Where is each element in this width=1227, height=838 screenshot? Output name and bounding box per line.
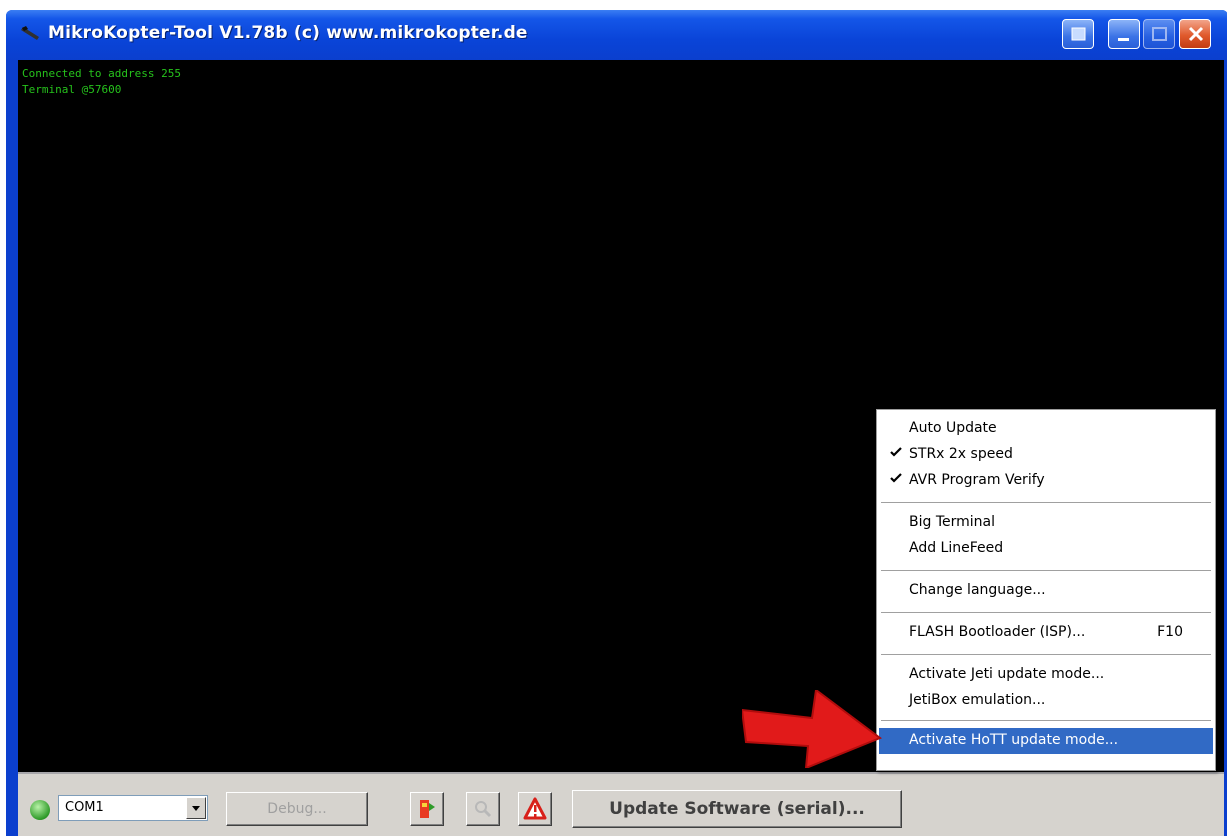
com-port-select[interactable]: COM1 <box>58 795 208 821</box>
menu-separator <box>881 654 1211 656</box>
menu-item-jetibox-emulation[interactable]: JetiBox emulation... <box>879 688 1213 714</box>
menu-item-big-terminal[interactable]: Big Terminal <box>879 510 1213 536</box>
menu-item-label: JetiBox emulation... <box>909 692 1046 708</box>
menu-item-label: STRx 2x speed <box>909 446 1013 462</box>
checkmark-icon <box>890 447 902 457</box>
maximize-button[interactable] <box>1143 19 1175 49</box>
search-button[interactable] <box>466 792 500 826</box>
connection-status-led-icon <box>30 800 50 820</box>
menu-item-label: FLASH Bootloader (ISP)... <box>909 624 1086 640</box>
context-menu: Auto Update STRx 2x speed AVR Program Ve… <box>876 409 1216 771</box>
terminal-line: Connected to address 255 <box>22 67 181 80</box>
menu-item-label: Add LineFeed <box>909 540 1004 556</box>
menu-item-auto-update[interactable]: Auto Update <box>879 416 1213 442</box>
menu-item-jeti-update[interactable]: Activate Jeti update mode... <box>879 662 1213 688</box>
menu-item-strx-speed[interactable]: STRx 2x speed <box>879 442 1213 468</box>
menu-item-add-linefeed[interactable]: Add LineFeed <box>879 536 1213 562</box>
menu-item-label: AVR Program Verify <box>909 472 1045 488</box>
terminal-line: Terminal @57600 <box>22 83 122 96</box>
status-bar: COM1 Debug... Update Software (serial)..… <box>18 772 1224 836</box>
menu-item-label: Activate Jeti update mode... <box>909 666 1105 682</box>
search-icon <box>475 801 492 818</box>
menu-item-label: Auto Update <box>909 420 997 436</box>
help-title-button[interactable] <box>1062 19 1094 49</box>
menu-item-shortcut: F10 <box>1157 624 1183 640</box>
menu-separator <box>881 502 1211 504</box>
window-title: MikroKopter-Tool V1.78b (c) www.mikrokop… <box>48 23 528 43</box>
app-icon <box>21 26 39 40</box>
com-port-value: COM1 <box>65 800 104 815</box>
menu-item-flash-bootloader[interactable]: FLASH Bootloader (ISP)... F10 <box>879 620 1213 646</box>
chevron-down-icon[interactable] <box>186 797 206 819</box>
checkmark-icon <box>890 473 902 483</box>
warning-icon <box>523 797 547 820</box>
help-icon <box>1071 27 1086 41</box>
close-icon <box>1188 26 1204 42</box>
menu-item-label: Activate HoTT update mode... <box>909 732 1119 748</box>
menu-item-change-language[interactable]: Change language... <box>879 578 1213 604</box>
menu-item-label: Change language... <box>909 582 1046 598</box>
update-software-button[interactable]: Update Software (serial)... <box>572 790 902 828</box>
red-arrow-icon <box>742 690 882 768</box>
debug-button[interactable]: Debug... <box>226 792 368 826</box>
flash-tool-button[interactable] <box>410 792 444 826</box>
warning-button[interactable] <box>518 792 552 826</box>
menu-item-avr-verify[interactable]: AVR Program Verify <box>879 468 1213 494</box>
maximize-icon <box>1152 27 1167 41</box>
menu-separator <box>881 612 1211 614</box>
debug-button-label: Debug... <box>267 801 327 817</box>
menu-item-label: Big Terminal <box>909 514 995 530</box>
close-button[interactable] <box>1179 19 1211 49</box>
minimize-icon <box>1118 38 1129 41</box>
menu-item-hott-update[interactable]: Activate HoTT update mode... <box>879 728 1213 754</box>
flash-tool-icon <box>420 800 435 818</box>
title-bar[interactable]: MikroKopter-Tool V1.78b (c) www.mikrokop… <box>6 10 1227 60</box>
update-software-label: Update Software (serial)... <box>609 799 865 819</box>
menu-separator <box>881 720 1211 722</box>
menu-separator <box>881 570 1211 572</box>
minimize-button[interactable] <box>1108 19 1140 49</box>
